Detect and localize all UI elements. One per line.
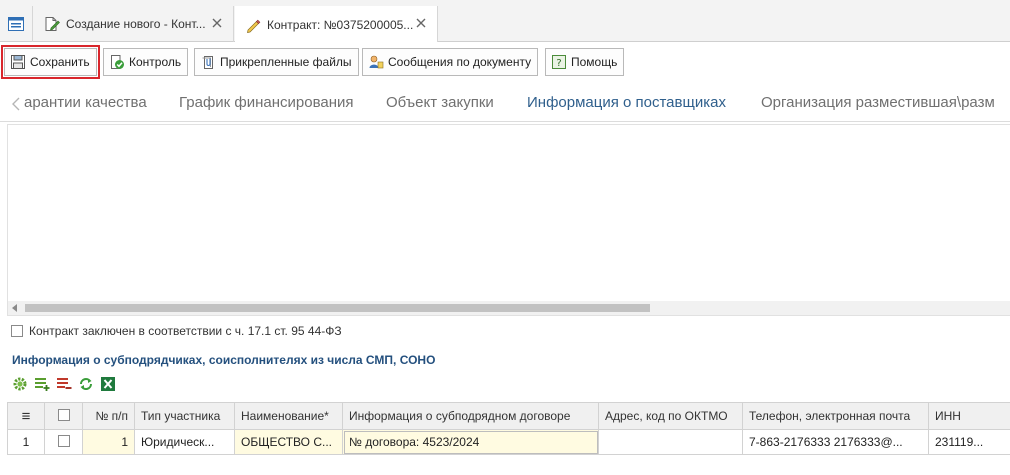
header-inn[interactable]: ИНН <box>928 402 1010 430</box>
save-button[interactable]: Сохранить <box>1 45 100 79</box>
tab-procurement-object[interactable]: Объект закупки <box>386 94 494 111</box>
tab-create-new-label: Создание нового - Конт... <box>66 17 206 31</box>
address-cell[interactable] <box>598 429 743 455</box>
control-button[interactable]: Контроль <box>103 48 189 76</box>
document-messages-button[interactable]: Сообщения по документу <box>362 48 539 76</box>
excel-export-icon[interactable] <box>100 376 116 392</box>
add-row-icon[interactable] <box>34 376 50 392</box>
scrollbar-thumb[interactable] <box>25 304 650 312</box>
phone-email-cell[interactable]: 7-863-2176333 2176333@... <box>742 429 929 455</box>
svg-text:?: ? <box>556 58 561 69</box>
subcontractors-table: ≡ № п/п Тип участника Наименование* Инфо… <box>7 402 1010 455</box>
window-list-icon <box>8 17 24 31</box>
attached-files-label: Прикрепленные файлы <box>220 55 352 69</box>
section-tabs: арантии качества График финансирования О… <box>0 86 1010 122</box>
horizontal-scrollbar[interactable] <box>8 301 1010 315</box>
column-menu-header[interactable]: ≡ <box>7 402 45 430</box>
select-all-header[interactable] <box>44 402 83 430</box>
close-icon[interactable] <box>209 15 225 31</box>
document-messages-label: Сообщения по документу <box>388 55 532 69</box>
header-participant-type[interactable]: Тип участника <box>134 402 235 430</box>
table-row[interactable]: 1 1 Юридическ... ОБЩЕСТВО С... № договор… <box>7 429 1010 455</box>
help-icon: ? <box>552 55 566 69</box>
document-tab-bar: Создание нового - Конт... Контракт: №037… <box>0 0 1010 43</box>
save-icon <box>11 55 25 69</box>
subcontractors-title: Информация о субподрядчиках, соисполните… <box>12 353 436 367</box>
close-icon[interactable] <box>413 15 429 31</box>
help-button[interactable]: ? Помощь <box>545 48 625 76</box>
refresh-icon[interactable] <box>78 376 94 392</box>
contract-info-cell[interactable]: № договора: 4523/2024 <box>342 429 599 455</box>
tab-contract-label: Контракт: №0375200005... <box>267 17 414 32</box>
contract-17-1-checkbox[interactable] <box>11 325 23 337</box>
help-button-label: Помощь <box>571 55 618 69</box>
row-index-cell: 1 <box>7 429 45 455</box>
name-cell[interactable]: ОБЩЕСТВО С... <box>234 429 343 455</box>
tab-placing-organization[interactable]: Организация разместившая\разм <box>761 94 995 111</box>
pencil-icon <box>247 19 261 33</box>
messages-icon <box>369 55 384 69</box>
subcontractors-toolbar <box>12 376 116 392</box>
participant-type-cell[interactable]: Юридическ... <box>134 429 235 455</box>
contract-17-1-checkbox-row[interactable]: Контракт заключен в соответствии с ч. 17… <box>11 324 342 338</box>
header-name[interactable]: Наименование* <box>234 402 343 430</box>
attached-files-icon <box>202 56 213 69</box>
gear-icon[interactable] <box>12 376 28 392</box>
document-edit-icon <box>45 17 60 31</box>
supplier-info-panel <box>7 124 1010 316</box>
home-tab[interactable] <box>0 6 33 42</box>
inn-cell[interactable]: 231119... <box>928 429 1010 455</box>
delete-row-icon[interactable] <box>56 376 72 392</box>
header-row-number[interactable]: № п/п <box>82 402 135 430</box>
tab-create-new[interactable]: Создание нового - Конт... <box>34 6 234 42</box>
table-header-row: ≡ № п/п Тип участника Наименование* Инфо… <box>7 402 1010 430</box>
tab-quality-guarantee[interactable]: арантии качества <box>24 94 147 111</box>
scroll-left-icon[interactable] <box>12 304 18 312</box>
attached-files-button[interactable]: Прикрепленные файлы <box>194 48 359 76</box>
row-select-cell[interactable] <box>44 429 83 455</box>
tab-financing-schedule[interactable]: График финансирования <box>179 94 354 111</box>
select-all-checkbox[interactable] <box>57 408 70 421</box>
row-select-checkbox[interactable] <box>57 434 70 447</box>
header-phone-email[interactable]: Телефон, электронная почта <box>742 402 929 430</box>
control-button-label: Контроль <box>129 55 182 69</box>
save-button-label: Сохранить <box>30 55 90 69</box>
header-contract-info[interactable]: Информация о субподрядном договоре <box>342 402 599 430</box>
tab-contract[interactable]: Контракт: №0375200005... <box>235 6 438 43</box>
tab-supplier-info[interactable]: Информация о поставщиках <box>527 94 726 111</box>
contract-17-1-checkbox-label: Контракт заключен в соответствии с ч. 17… <box>29 324 342 338</box>
chevron-left-icon[interactable] <box>9 96 23 112</box>
header-address-oktmo[interactable]: Адрес, код по ОКТМО <box>598 402 743 430</box>
check-document-icon <box>111 55 124 69</box>
toolbar: Сохранить Контроль Прикрепленные файлы С… <box>0 42 1010 82</box>
row-number-cell[interactable]: 1 <box>82 429 135 455</box>
